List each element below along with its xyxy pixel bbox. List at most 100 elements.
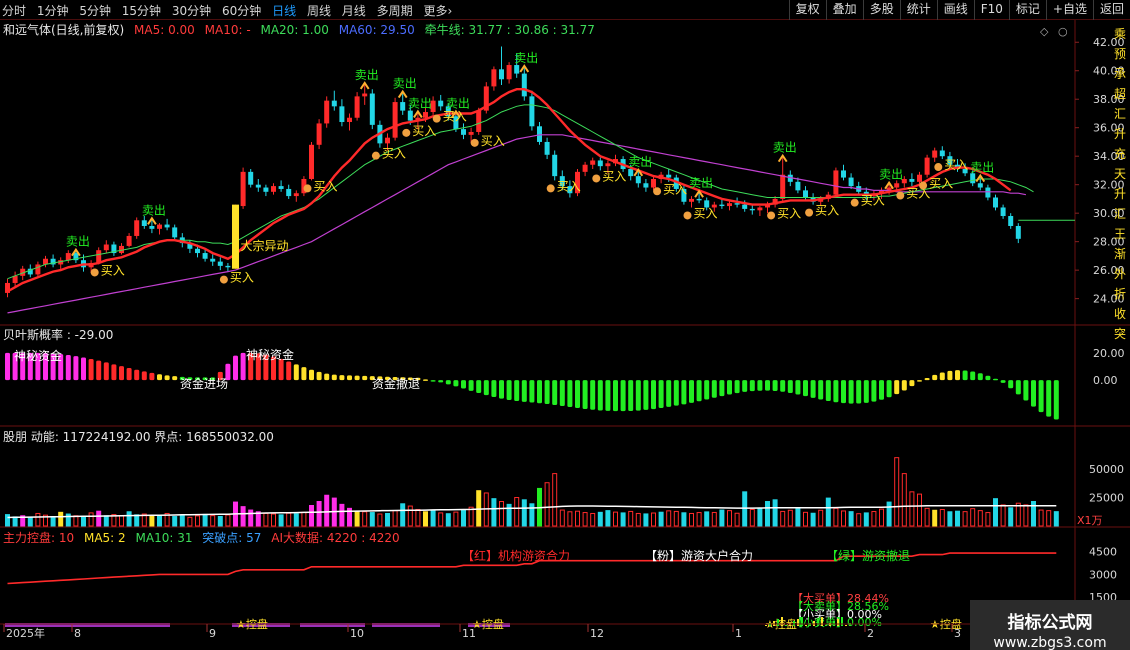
y-tick-label: 3000	[1089, 568, 1117, 581]
volume-bar	[696, 512, 702, 527]
bayes-bar	[316, 371, 322, 381]
volume-bar	[499, 501, 504, 527]
bayes-bar	[1000, 380, 1006, 383]
volume-bar	[217, 515, 223, 527]
tongji-button[interactable]: 统计	[899, 0, 937, 20]
bayes-bar	[65, 355, 71, 381]
candle	[727, 203, 732, 207]
volume-bar	[719, 509, 725, 527]
volume-bar	[780, 510, 786, 527]
volume-bar	[1053, 511, 1059, 527]
huaxian-button[interactable]: 画线	[936, 0, 974, 20]
bayes-bar	[5, 352, 10, 381]
volume-bar	[187, 516, 193, 527]
candle	[749, 208, 755, 211]
f10-button[interactable]: F10	[973, 0, 1009, 20]
sell-label: 卖出	[689, 176, 713, 190]
duogu-button[interactable]: 多股	[862, 0, 900, 20]
volume-bar	[544, 482, 550, 527]
volume-bar	[5, 514, 10, 527]
candle	[780, 174, 786, 199]
ann-green: 【绿】游资撤退	[826, 548, 910, 563]
candle	[909, 178, 915, 182]
candle	[400, 102, 406, 111]
candle	[514, 65, 520, 74]
volume-bar	[871, 511, 877, 527]
tab-weekly[interactable]: 周线	[307, 4, 331, 18]
volume-bar	[962, 511, 968, 527]
volume-bar	[841, 510, 846, 527]
buy-hand-icon	[653, 187, 662, 196]
bayes-bar	[742, 380, 748, 392]
bayes-bar	[96, 360, 102, 381]
tab-30min[interactable]: 30分钟	[172, 4, 211, 18]
tab-multi-period[interactable]: 多周期	[377, 4, 413, 18]
right-label: 汇	[1114, 207, 1126, 221]
candle	[1008, 216, 1014, 226]
volume-bar	[711, 511, 717, 527]
back-button[interactable]: 返回	[1092, 0, 1130, 20]
candle	[795, 181, 801, 191]
bayes-bar	[833, 380, 839, 403]
tab-fenshi[interactable]: 分时	[2, 4, 26, 18]
tab-60min[interactable]: 60分钟	[222, 4, 261, 18]
volume-bar	[894, 457, 900, 527]
bayes-bar	[765, 380, 770, 391]
biaoji-button[interactable]: 标记	[1008, 0, 1046, 20]
bayes-bar	[681, 380, 687, 405]
volume-bar	[529, 503, 535, 527]
right-label: 升	[1114, 127, 1126, 141]
jinchang-label: 资金进场	[180, 376, 228, 391]
candle	[1000, 207, 1006, 217]
sell-label: 卖出	[970, 161, 994, 175]
volume-bar	[879, 508, 884, 527]
tab-daily[interactable]: 日线	[272, 4, 296, 18]
tab-1min[interactable]: 1分钟	[37, 4, 69, 18]
candle	[255, 184, 261, 188]
volume-bar	[453, 511, 459, 527]
watermark-logo: 指标公式网 www.zbgs3.com	[970, 600, 1130, 650]
bayes-bar	[734, 380, 740, 394]
right-label: 收	[1114, 307, 1126, 321]
candle	[537, 126, 542, 142]
right-label: 突	[1114, 326, 1126, 341]
candle	[803, 190, 808, 198]
volume-bar	[430, 509, 436, 527]
bayes-bar	[810, 380, 816, 398]
volume-bar	[977, 510, 983, 527]
candle	[734, 203, 740, 205]
chart-svg[interactable]: 42.0040.0038.0036.0034.0032.0030.0028.00…	[0, 20, 1130, 650]
bayes-bar	[727, 380, 732, 395]
diejia-button[interactable]: 叠加	[825, 0, 863, 20]
volume-bar	[392, 510, 398, 527]
volume-bar	[985, 512, 991, 527]
volume-bar	[1023, 504, 1029, 527]
volume-bar	[134, 514, 140, 527]
tab-more[interactable]: 更多›	[423, 4, 452, 18]
volume-bar	[293, 513, 299, 527]
tab-15min[interactable]: 15分钟	[122, 4, 161, 18]
candle	[293, 193, 299, 197]
tab-5min[interactable]: 5分钟	[79, 4, 111, 18]
bayes-bar	[582, 380, 588, 409]
fuquan-button[interactable]: 复权	[788, 0, 826, 20]
right-label: 渐	[1114, 247, 1126, 261]
candle	[924, 157, 930, 175]
volume-bar	[362, 511, 368, 527]
tab-monthly[interactable]: 月线	[342, 4, 366, 18]
add-watchlist-button[interactable]: +自选	[1045, 0, 1093, 20]
bayes-bar	[666, 380, 672, 407]
volume-bar	[400, 503, 406, 527]
volume-bar	[377, 513, 383, 527]
volume-bar	[901, 473, 907, 527]
volume-bar	[119, 515, 124, 527]
chart-stage[interactable]: 42.00 40.00 38.00 36.00 34.00 32.00 30.00 28.00…	[0, 20, 1130, 650]
buy-label: 买入	[382, 147, 406, 161]
candle	[719, 204, 725, 207]
buy-label: 买入	[815, 204, 839, 218]
bulk-trade-label: 大宗异动	[241, 238, 289, 253]
candle	[240, 171, 246, 207]
buy-hand-icon	[219, 275, 228, 284]
buy-label: 买入	[314, 179, 338, 193]
buy-label: 买入	[412, 124, 436, 138]
